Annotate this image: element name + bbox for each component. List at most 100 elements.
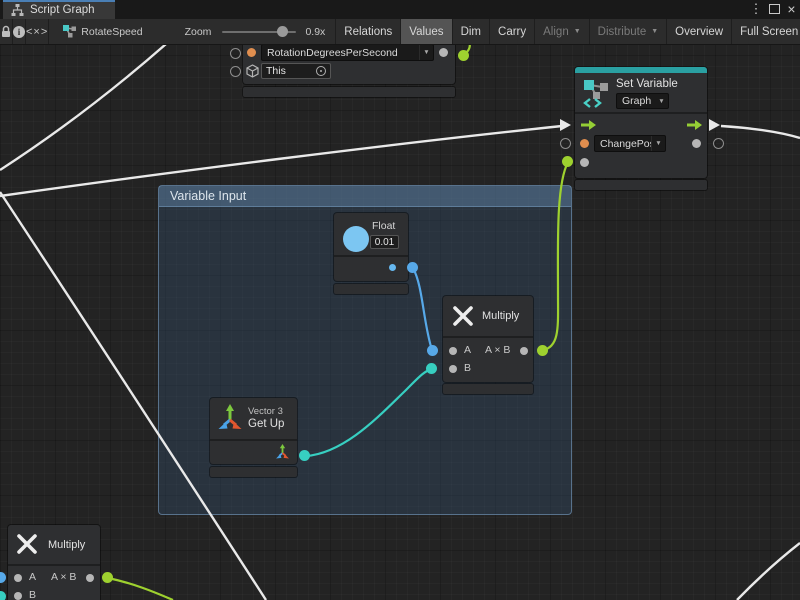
code-icon: <×> — [26, 26, 48, 38]
set-variable-icon — [582, 78, 610, 108]
kebab-menu-icon[interactable]: ⋮ — [749, 0, 763, 18]
output-port[interactable] — [389, 264, 396, 271]
flow-connection-arrow[interactable] — [709, 119, 720, 131]
node-float-footer — [334, 284, 408, 294]
tab-bar: Script Graph ⋮ × — [0, 0, 800, 20]
node-float-literal[interactable]: Float 0.01 — [334, 213, 408, 281]
zoom-control: Zoom 0.9x — [177, 19, 334, 44]
node-get-up-footer — [210, 467, 297, 477]
output-port[interactable] — [520, 347, 528, 355]
connection-endpoint[interactable] — [426, 363, 437, 374]
unconnected-port[interactable] — [713, 138, 724, 149]
toolbar-button-distribute[interactable]: Distribute▼ — [589, 19, 667, 44]
node-set-variable-footer — [575, 180, 707, 190]
toolbar-button-fullscreen[interactable]: Full Screen — [731, 19, 800, 44]
vector3-icon — [216, 403, 244, 431]
flow-connection-arrow[interactable] — [560, 119, 571, 131]
float-value: 0.01 — [375, 237, 394, 248]
multiply-icon — [16, 533, 38, 555]
zoom-slider-track[interactable] — [222, 31, 296, 33]
zoom-slider-handle[interactable] — [277, 26, 288, 37]
maximize-icon[interactable] — [766, 0, 782, 18]
output-port[interactable] — [439, 48, 448, 57]
value-port-icon[interactable] — [580, 139, 589, 148]
tab-script-graph[interactable]: Script Graph — [3, 0, 115, 19]
node-title: Multiply — [48, 539, 85, 551]
group-title: Variable Input — [159, 189, 246, 203]
object-picker-icon[interactable] — [316, 66, 326, 76]
toolbar-button-overview[interactable]: Overview — [666, 19, 731, 44]
script-graph-icon — [11, 4, 24, 16]
chevron-down-icon: ▼ — [651, 136, 665, 151]
close-icon[interactable]: × — [784, 0, 799, 18]
unconnected-port[interactable] — [230, 66, 241, 77]
graph-canvas[interactable]: Variable Input RotationDegreesPerSecond … — [0, 0, 800, 600]
group-header[interactable]: Variable Input — [159, 186, 571, 207]
target-object-value: This — [266, 65, 316, 77]
connection-endpoint[interactable] — [299, 450, 310, 461]
input-port-a[interactable] — [14, 574, 22, 582]
toolbar-button-dim[interactable]: Dim — [452, 19, 489, 44]
toolbar-button-relations[interactable]: Relations — [335, 19, 400, 44]
port-label-b: B — [464, 362, 471, 374]
port-label-a: A — [464, 344, 471, 356]
zoom-label: Zoom — [185, 26, 212, 38]
input-port[interactable] — [580, 158, 589, 167]
port-label-out: A × B — [51, 571, 76, 583]
input-port-a[interactable] — [449, 347, 457, 355]
node-accent-bar — [575, 67, 707, 73]
connection-endpoint[interactable] — [562, 156, 573, 167]
wire-flow-offscreen-top — [0, 44, 166, 170]
connection-endpoint[interactable] — [537, 345, 548, 356]
chevron-down-icon: ▼ — [655, 94, 668, 108]
info-icon: i — [13, 26, 25, 38]
connection-endpoint[interactable] — [0, 572, 6, 583]
output-port[interactable] — [86, 574, 94, 582]
output-port[interactable] — [692, 139, 701, 148]
graph-name: RotateSpeed — [81, 26, 142, 38]
info-button[interactable]: i — [13, 19, 26, 44]
graph-toolbar: i <×> RotateSpeed Zoom 0.9x Relations Va… — [0, 19, 800, 45]
variable-name-dropdown[interactable]: ChangePos ▼ — [594, 135, 666, 152]
node-multiply-center[interactable]: Multiply A A × B B — [443, 296, 533, 382]
node-set-variable[interactable]: Set Variable Graph ▼ ChangePos ▼ — [575, 67, 707, 178]
graph-breadcrumb[interactable]: RotateSpeed — [55, 19, 150, 44]
lock-button[interactable] — [0, 19, 13, 44]
unconnected-port[interactable] — [230, 48, 241, 59]
node-get-up[interactable]: Vector 3 Get Up — [210, 398, 297, 464]
wire-flow-offscreen-corner — [737, 543, 800, 600]
target-object-field[interactable]: This — [261, 63, 331, 79]
node-multiply-bottom[interactable]: Multiply A A × B B — [8, 525, 100, 600]
float-value-field[interactable]: 0.01 — [370, 235, 399, 249]
zoom-value: 0.9x — [305, 26, 325, 38]
vector3-output-port-icon[interactable] — [275, 444, 290, 459]
input-port-b[interactable] — [449, 365, 457, 373]
unconnected-port[interactable] — [560, 138, 571, 149]
value-port-icon[interactable] — [247, 48, 256, 57]
code-view-button[interactable]: <×> — [26, 19, 49, 44]
node-divider — [334, 255, 408, 257]
gameobject-cube-icon — [246, 64, 259, 78]
toolbar-button-values[interactable]: Values — [400, 19, 451, 44]
chevron-down-icon: ▼ — [651, 28, 658, 35]
node-multiply-center-footer — [443, 384, 533, 394]
input-port-b[interactable] — [14, 592, 22, 600]
script-graph-window: Variable Input RotationDegreesPerSecond … — [0, 0, 800, 600]
flow-input-arrow-icon[interactable] — [581, 119, 596, 131]
variable-name-label: RotationDegreesPerSecond — [262, 45, 419, 60]
node-title: Get Up — [248, 418, 284, 430]
variable-scope-dropdown[interactable]: Graph ▼ — [616, 93, 669, 109]
flow-output-arrow-icon[interactable] — [687, 119, 702, 131]
connection-endpoint[interactable] — [407, 262, 418, 273]
connection-endpoint[interactable] — [0, 591, 6, 600]
node-divider — [8, 564, 100, 566]
variable-name-dropdown[interactable]: RotationDegreesPerSecond ▼ — [261, 44, 434, 61]
connection-endpoint[interactable] — [458, 50, 469, 61]
tab-title: Script Graph — [30, 4, 95, 16]
toolbar-button-align[interactable]: Align▼ — [534, 19, 589, 44]
multiply-icon — [452, 305, 474, 327]
connection-endpoint[interactable] — [102, 572, 113, 583]
float-type-icon — [343, 226, 369, 252]
toolbar-button-carry[interactable]: Carry — [489, 19, 534, 44]
connection-endpoint[interactable] — [427, 345, 438, 356]
